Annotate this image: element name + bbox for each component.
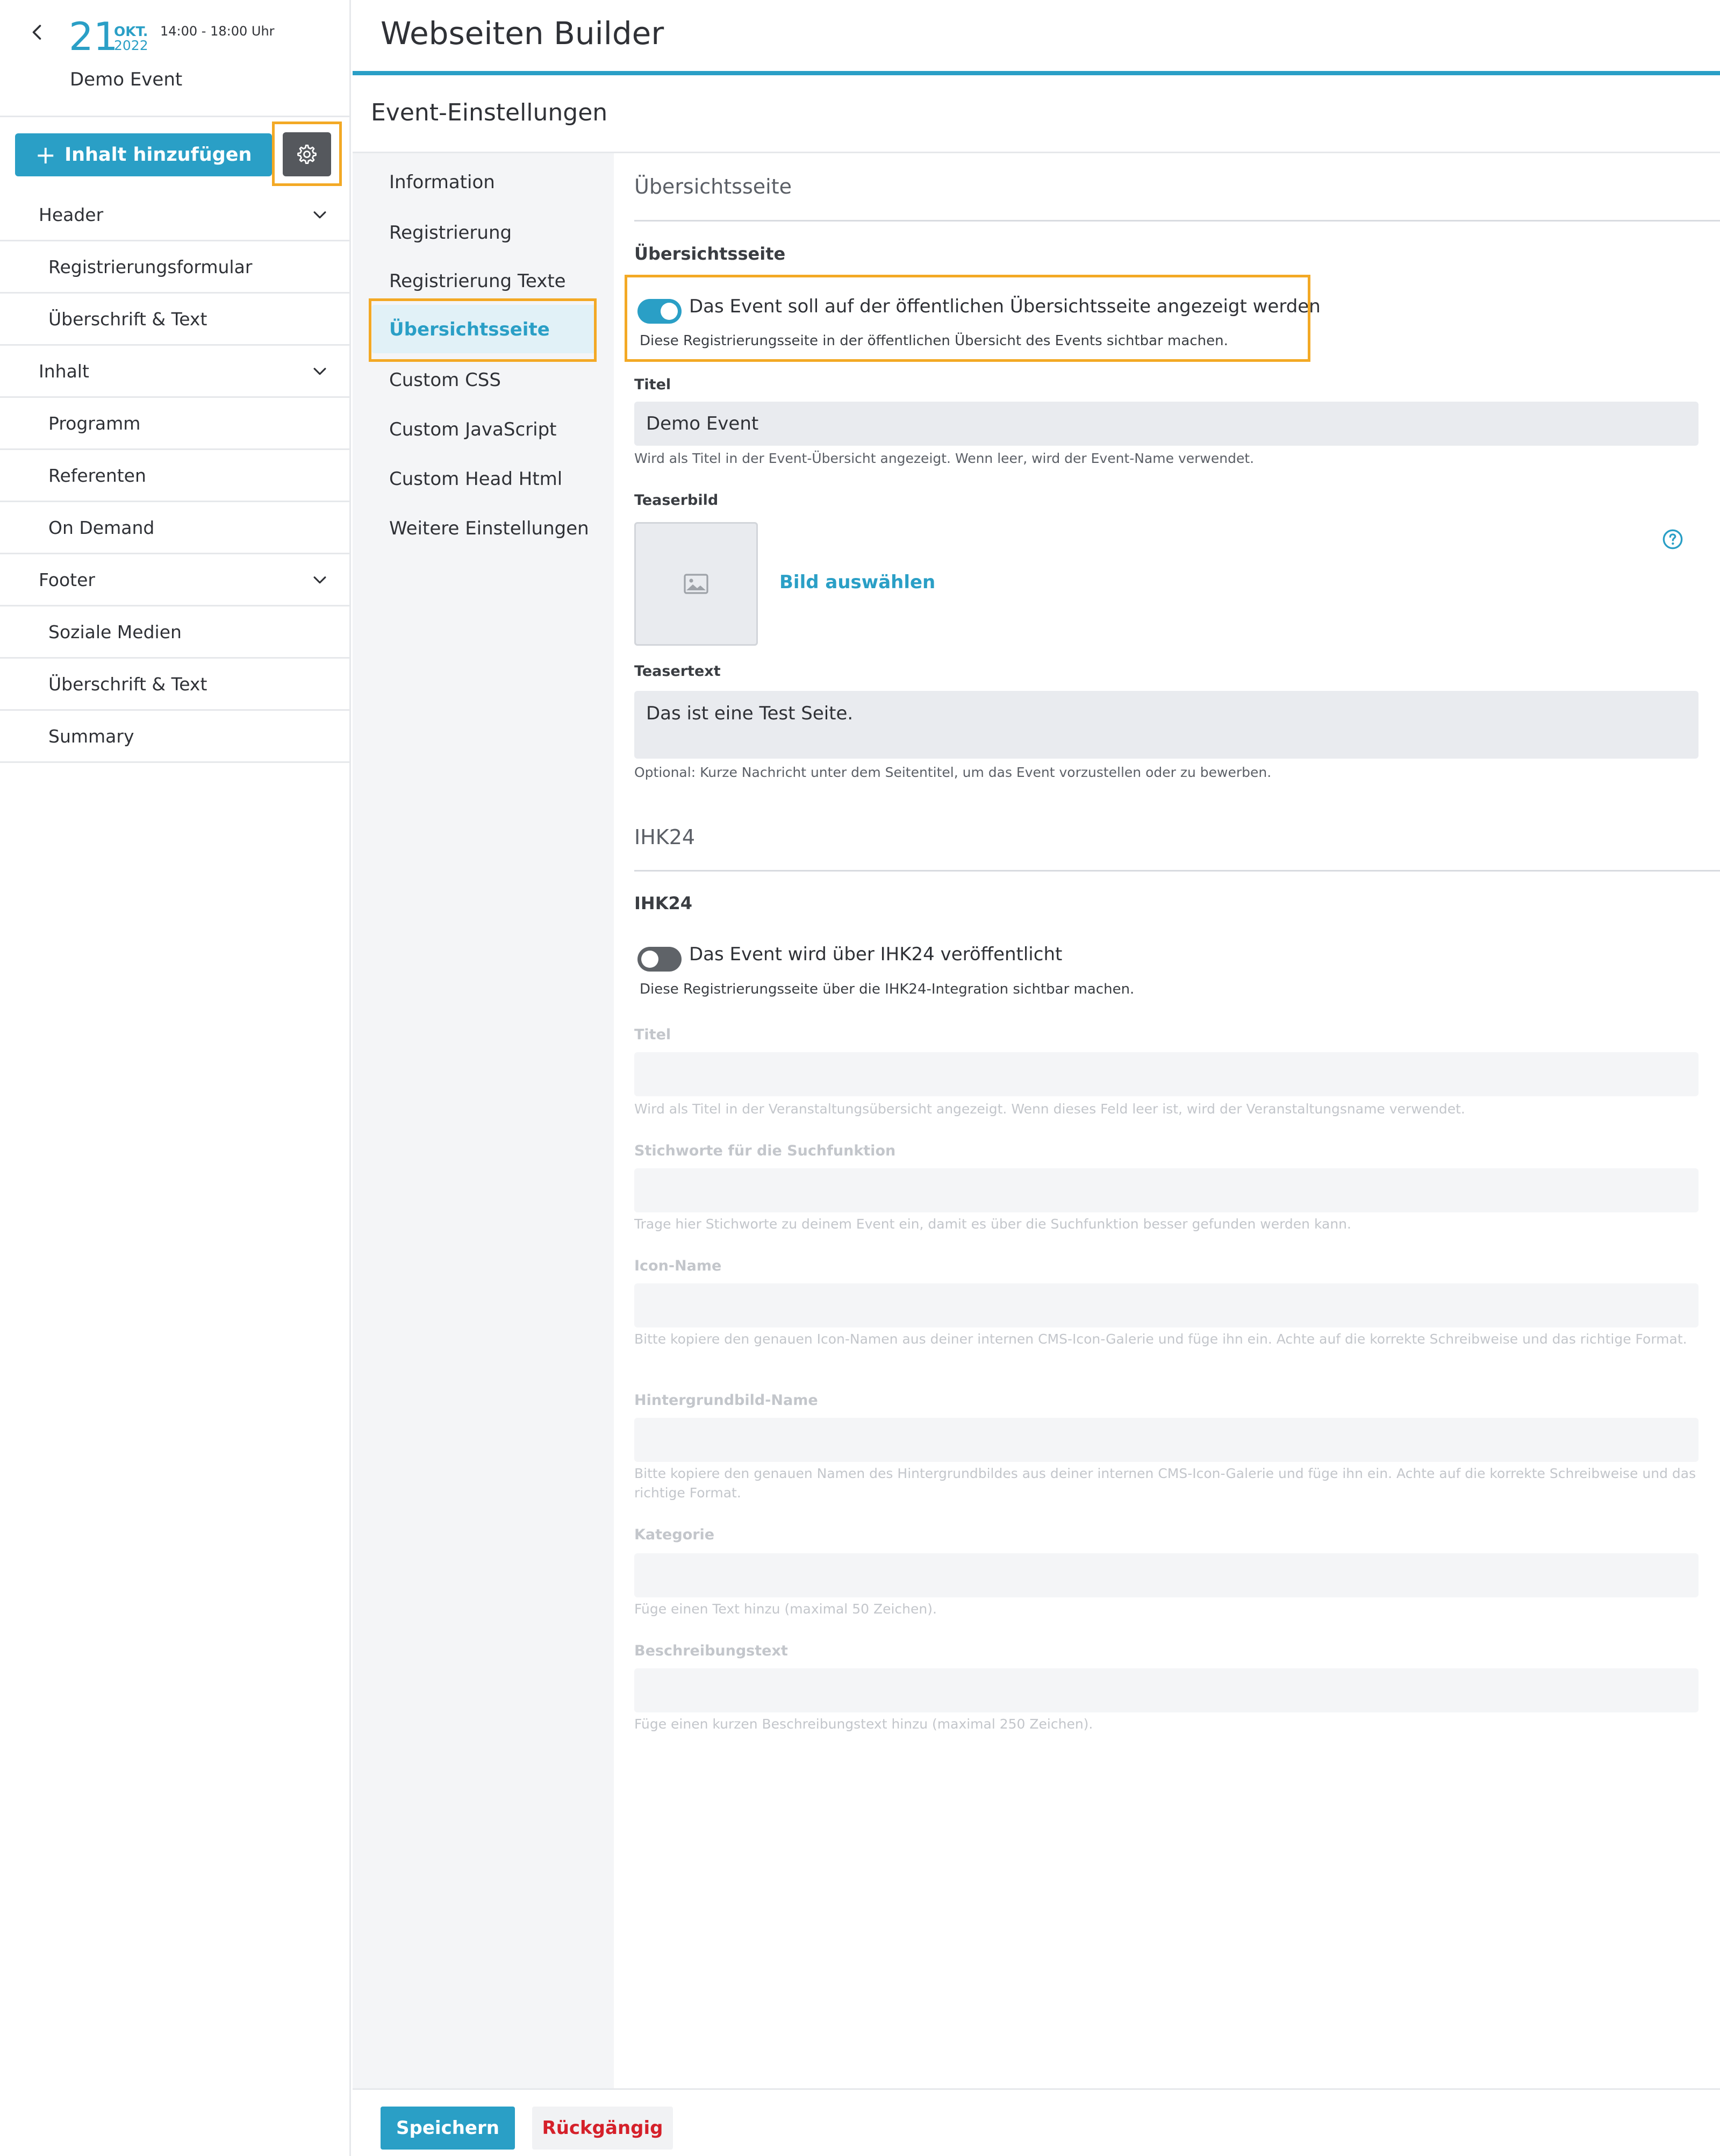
teaser-image-label: Teaserbild [634,492,719,509]
section-divider [634,870,1720,872]
tree-item-social-media[interactable]: Soziale Medien [0,606,349,659]
ihk-background-name-hint: Bitte kopiere den genauen Namen des Hint… [634,1466,1696,1501]
title-input-value: Demo Event [646,413,759,434]
tree-group-footer[interactable]: Footer [0,554,349,606]
event-month: OKT. [114,24,148,39]
sidebar: 21 OKT. 2022 14:00 - 18:00 Uhr Demo Even… [0,0,351,2156]
tree-item-label: Überschrift & Text [48,673,207,695]
menu-item-custom-head-html[interactable]: Custom Head Html [389,468,562,490]
ihk-title-input [634,1052,1698,1096]
tree-item-label: Referenten [48,465,146,486]
menu-item-information[interactable]: Information [389,172,495,193]
tree-group-label: Footer [39,569,95,590]
tree-item-label: Programm [48,412,141,434]
title-label: Titel [634,376,671,393]
chevron-down-icon [313,576,326,584]
content-tree: Header Registrierungsformular Überschrif… [0,189,349,763]
ihk24-toggle-label: Das Event wird über IHK24 veröffentlicht [689,944,1063,965]
teaser-text-value: Das ist eine Test Seite. [646,703,854,724]
tree-group-label: Header [39,204,104,225]
plus-icon: + [35,140,56,169]
ihk-description-label: Beschreibungstext [634,1643,788,1659]
tree-item-label: Überschrift & Text [48,308,207,330]
ihk-icon-name-hint: Bitte kopiere den genauen Icon-Namen aus… [634,1331,1687,1347]
image-icon [684,574,708,594]
chevron-down-icon [313,368,326,375]
tree-item-registration-form[interactable]: Registrierungsformular [0,241,349,294]
toggle-knob [641,951,658,968]
tree-item-heading-text-footer[interactable]: Überschrift & Text [0,659,349,711]
app-header: Webseiten Builder [353,0,1720,75]
tree-item-speakers[interactable]: Referenten [0,450,349,502]
ihk-keywords-hint: Trage hier Stichworte zu deinem Event ei… [634,1216,1351,1232]
settings-button-highlight [272,122,342,186]
tree-item-label: On Demand [48,517,155,538]
settings-menu: Information Registrierung Registrierung … [353,153,614,2089]
tree-item-heading-text[interactable]: Überschrift & Text [0,294,349,346]
menu-item-custom-css[interactable]: Custom CSS [389,369,501,391]
section-divider [634,220,1720,222]
ihk-title-hint: Wird als Titel in der Veranstaltungsüber… [634,1101,1465,1117]
ihk-title-label: Titel [634,1026,671,1043]
teaser-text-input[interactable]: Das ist eine Test Seite. [634,691,1698,759]
menu-item-custom-javascript[interactable]: Custom JavaScript [389,419,557,440]
subsection-heading-overview: Übersichtsseite [634,244,786,264]
page-title: Webseiten Builder [381,15,664,52]
event-header: 21 OKT. 2022 14:00 - 18:00 Uhr Demo Even… [0,0,349,117]
settings-content: Übersichtsseite Übersichtsseite Das Even… [614,153,1720,2089]
menu-item-more-settings[interactable]: Weitere Einstellungen [389,518,589,539]
tree-item-label: Summary [48,725,134,747]
menu-item-registration-texts[interactable]: Registrierung Texte [389,270,566,292]
event-day: 21 [69,14,118,59]
ihk-icon-name-label: Icon-Name [634,1258,722,1274]
tree-group-header[interactable]: Header [0,189,349,241]
ihk-background-name-input [634,1418,1698,1462]
select-image-link[interactable]: Bild auswählen [779,572,935,593]
tree-item-summary[interactable]: Summary [0,711,349,763]
help-icon[interactable] [1662,529,1683,550]
ihk-keywords-input [634,1168,1698,1212]
subsection-heading-ihk24: IHK24 [634,893,693,913]
add-content-button[interactable]: + Inhalt hinzufügen [15,133,272,176]
tree-group-label: Inhalt [39,360,89,382]
toggle-highlight [625,275,1310,362]
ihk-category-input [634,1553,1698,1597]
title-hint: Wird als Titel in der Event-Übersicht an… [634,451,1255,466]
event-time: 14:00 - 18:00 Uhr [160,24,275,39]
ihk-category-hint: Füge einen Text hinzu (maximal 50 Zeiche… [634,1601,937,1617]
teaser-image-placeholder[interactable] [634,522,758,646]
tree-group-content[interactable]: Inhalt [0,346,349,398]
add-content-label: Inhalt hinzufügen [64,144,252,166]
ihk-keywords-label: Stichworte für die Suchfunktion [634,1143,896,1159]
undo-button[interactable]: Rückgängig [532,2107,673,2150]
menu-item-highlight [369,298,597,362]
menu-item-registration[interactable]: Registrierung [389,222,512,244]
chevron-left-icon[interactable] [28,23,47,42]
save-button[interactable]: Speichern [381,2107,515,2150]
ihk-description-input [634,1668,1698,1712]
ihk24-publish-toggle[interactable] [637,947,682,972]
section-heading-ihk24: IHK24 [634,825,696,849]
event-year: 2022 [114,38,148,53]
tree-item-label: Registrierungsformular [48,256,253,277]
teaser-text-hint: Optional: Kurze Nachricht unter dem Seit… [634,765,1272,780]
chevron-down-icon [313,211,326,219]
event-name: Demo Event [70,69,183,90]
ihk-description-hint: Füge einen kurzen Beschreibungstext hinz… [634,1716,1093,1732]
tree-item-label: Soziale Medien [48,621,182,642]
tree-item-on-demand[interactable]: On Demand [0,502,349,554]
tree-item-program[interactable]: Programm [0,398,349,450]
ihk-category-label: Kategorie [634,1526,715,1543]
ihk-icon-name-input [634,1283,1698,1327]
ihk24-toggle-hint: Diese Registrierungsseite über die IHK24… [640,981,1135,997]
title-input[interactable]: Demo Event [634,402,1698,446]
teaser-text-label: Teasertext [634,663,721,680]
section-heading-overview: Übersichtsseite [634,175,792,198]
ihk-background-name-label: Hintergrundbild-Name [634,1392,818,1409]
section-title: Event-Einstellungen [371,99,608,126]
action-footer: Speichern Rückgängig [353,2088,1720,2156]
